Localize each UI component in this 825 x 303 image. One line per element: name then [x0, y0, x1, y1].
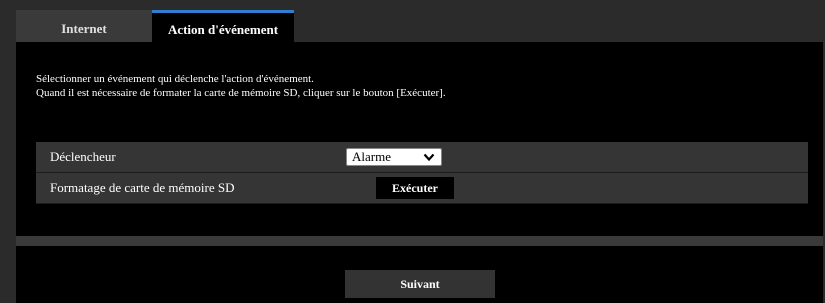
settings-window: Internet Action d'événement Sélectionner… [0, 0, 825, 303]
chevron-down-icon [423, 153, 435, 162]
description-line-2: Quand il est nécessaire de formater la c… [36, 87, 446, 99]
tab-internet[interactable]: Internet [16, 10, 152, 42]
tab-event-action[interactable]: Action d'événement [152, 10, 294, 42]
trigger-label: Déclencheur [50, 149, 116, 164]
tab-bar: Internet Action d'événement [16, 10, 294, 42]
footer-bar: Suivant [16, 246, 823, 303]
trigger-select-value: Alarme [352, 149, 391, 164]
trigger-select[interactable]: Alarme [346, 148, 442, 166]
sd-format-row: Formatage de carte de mémoire SD Exécute… [36, 173, 808, 204]
next-button[interactable]: Suivant [345, 270, 495, 298]
settings-table: Déclencheur Alarme Formatage de carte de… [36, 142, 808, 204]
description-line-1: Sélectionner un événement qui déclenche … [36, 73, 314, 85]
execute-button[interactable]: Exécuter [376, 177, 454, 199]
sd-format-label: Formatage de carte de mémoire SD [50, 180, 235, 195]
section-divider [16, 236, 823, 246]
trigger-row: Déclencheur Alarme [36, 142, 808, 173]
description: Sélectionner un événement qui déclenche … [36, 72, 446, 100]
